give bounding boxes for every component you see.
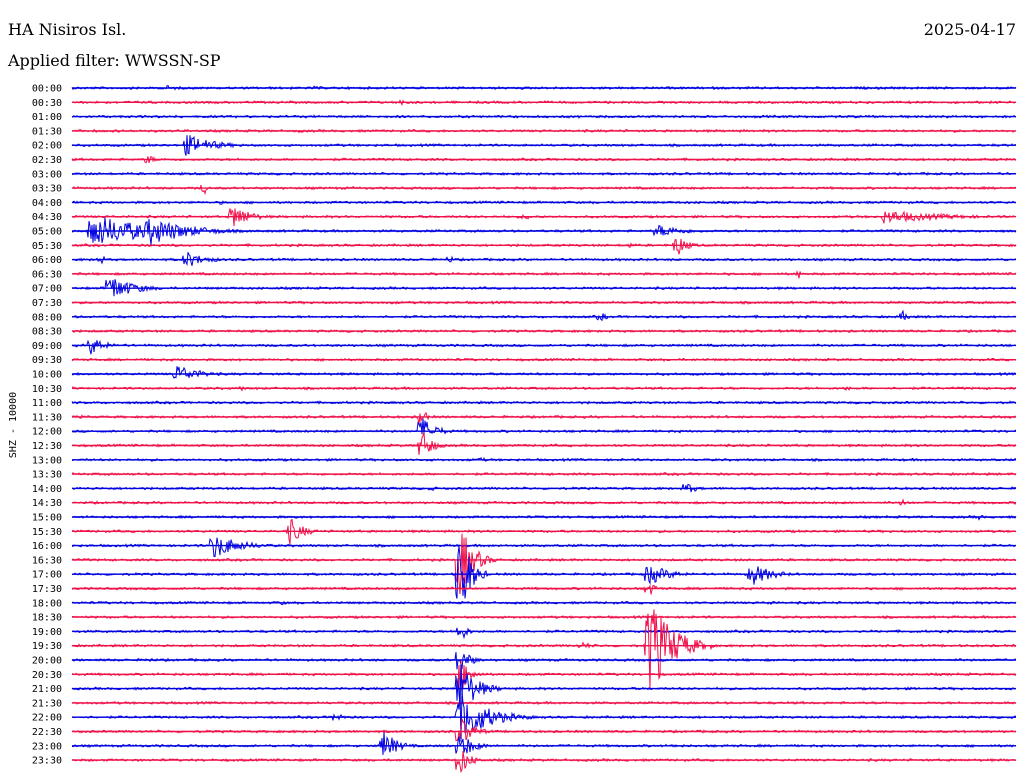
time-tick-label: 03:00 <box>32 169 62 180</box>
trace-line <box>71 663 1017 705</box>
trace-line <box>71 418 1017 435</box>
helicorder-view: HA Nisiros Isl. 2025-04-17 Applied filte… <box>0 0 1024 780</box>
time-tick-label: 17:00 <box>32 570 62 581</box>
time-tick-label: 23:30 <box>32 756 62 767</box>
time-tick-label: 15:30 <box>32 527 62 538</box>
trace-line <box>71 411 1017 426</box>
trace-line <box>71 688 1017 742</box>
time-tick-label: 13:30 <box>32 470 62 481</box>
time-tick-label: 22:00 <box>32 713 62 724</box>
time-tick-label: 02:30 <box>32 155 62 166</box>
time-tick-label: 16:30 <box>32 555 62 566</box>
time-tick-label: 00:00 <box>32 84 62 95</box>
time-tick-label: 18:30 <box>32 613 62 624</box>
time-tick-label: 11:30 <box>32 412 62 423</box>
trace-line <box>71 627 1017 640</box>
time-tick-label: 22:30 <box>32 727 62 738</box>
time-tick-label: 20:30 <box>32 670 62 681</box>
time-tick-label: 00:30 <box>32 98 62 109</box>
trace-line <box>71 270 1017 279</box>
time-tick-label: 07:30 <box>32 298 62 309</box>
trace-line <box>71 533 1017 595</box>
time-tick-label: 18:00 <box>32 598 62 609</box>
trace-line <box>71 537 1017 558</box>
time-tick-label: 05:00 <box>32 227 62 238</box>
time-tick-label: 09:30 <box>32 355 62 366</box>
time-tick-label: 15:00 <box>32 513 62 524</box>
time-tick-label: 10:00 <box>32 370 62 381</box>
trace-line <box>71 339 1017 355</box>
time-tick-label: 07:00 <box>32 284 62 295</box>
time-tick-label: 04:30 <box>32 212 62 223</box>
trace-line <box>71 609 1017 689</box>
time-tick-label: 03:30 <box>32 184 62 195</box>
y-axis-label: SHZ - 10000 <box>8 392 19 458</box>
time-tick-label: 01:30 <box>32 126 62 137</box>
time-tick-label: 20:00 <box>32 656 62 667</box>
time-tick-label: 21:30 <box>32 698 62 709</box>
trace-lines <box>71 84 1017 774</box>
time-tick-label: 10:30 <box>32 384 62 395</box>
trace-line <box>71 238 1017 255</box>
time-tick-label: 06:00 <box>32 255 62 266</box>
trace-line <box>71 718 1017 742</box>
time-tick-label: 13:00 <box>32 455 62 466</box>
time-tick-label: 14:00 <box>32 484 62 495</box>
time-tick-label: 19:00 <box>32 627 62 638</box>
time-tick-label: 08:00 <box>32 312 62 323</box>
trace-line <box>71 731 1017 755</box>
seismogram-plot: SHZ - 10000 00:00 00:30 01:00 01:30 02:00 02:… <box>8 84 1017 774</box>
time-tick-label: 11:00 <box>32 398 62 409</box>
time-tick-label: 04:00 <box>32 198 62 209</box>
time-tick-label: 12:00 <box>32 427 62 438</box>
time-tick-label: 08:30 <box>32 327 62 338</box>
time-tick-label: 05:30 <box>32 241 62 252</box>
time-tick-label: 02:00 <box>32 141 62 152</box>
time-tick-label: 09:00 <box>32 341 62 352</box>
time-tick-label: 19:30 <box>32 641 62 652</box>
time-tick-label: 21:00 <box>32 684 62 695</box>
trace-line <box>71 584 1017 595</box>
trace-line <box>71 366 1017 379</box>
trace-line <box>71 184 1017 196</box>
time-tick-label: 06:30 <box>32 269 62 280</box>
time-tick-label: 14:30 <box>32 498 62 509</box>
time-tick-label: 16:00 <box>32 541 62 552</box>
trace-line <box>71 432 1017 455</box>
time-tick-label: 01:00 <box>32 112 62 123</box>
trace-line <box>71 309 1017 322</box>
time-tick-labels: 00:00 00:30 01:00 01:30 02:00 02:30 03:00 03:30… <box>32 84 62 767</box>
time-tick-label: 12:30 <box>32 441 62 452</box>
time-tick-label: 23:00 <box>32 741 62 752</box>
trace-line <box>71 751 1017 774</box>
time-tick-label: 17:30 <box>32 584 62 595</box>
